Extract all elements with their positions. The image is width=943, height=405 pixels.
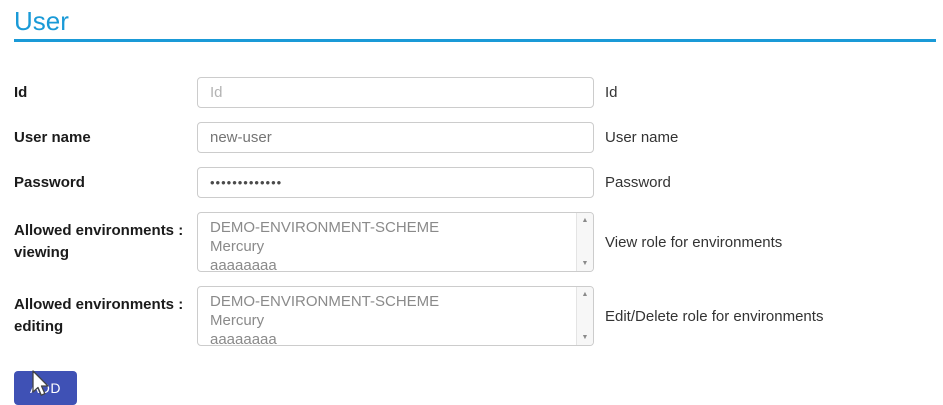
password-label: Password [14,172,197,194]
id-label: Id [14,82,197,104]
editing-environments-select[interactable]: DEMO-ENVIRONMENT-SCHEME Mercury aaaaaaaa… [197,286,594,346]
id-description: Id [605,84,618,101]
password-input[interactable] [197,167,594,198]
viewing-select-scrollbar[interactable]: ▲ ▼ [576,213,593,271]
editing-environments-options: DEMO-ENVIRONMENT-SCHEME Mercury aaaaaaaa [198,287,576,345]
environments-editing-label-line1: Allowed environments : [14,294,187,316]
viewing-environments-options: DEMO-ENVIRONMENT-SCHEME Mercury aaaaaaaa [198,213,576,271]
environments-viewing-label: Allowed environments : viewing [14,220,197,264]
form-row-environments-editing: Allowed environments : editing DEMO-ENVI… [14,286,936,346]
id-input[interactable] [197,77,594,108]
form-row-environments-viewing: Allowed environments : viewing DEMO-ENVI… [14,212,936,272]
environments-editing-label: Allowed environments : editing [14,294,197,338]
editing-select-scrollbar[interactable]: ▲ ▼ [576,287,593,345]
environments-editing-label-line2: editing [14,316,187,338]
user-form: Id Id User name User name Password Passw… [14,77,936,405]
viewing-description: View role for environments [605,234,782,251]
option-demo-environment-scheme[interactable]: DEMO-ENVIRONMENT-SCHEME [210,218,576,237]
scroll-up-icon[interactable]: ▲ [582,216,589,225]
form-row-username: User name User name [14,122,936,153]
environments-viewing-label-line1: Allowed environments : [14,220,187,242]
scroll-down-icon[interactable]: ▼ [582,259,589,268]
username-description: User name [605,129,678,146]
scroll-up-icon[interactable]: ▲ [582,290,589,299]
username-label: User name [14,127,197,149]
form-row-id: Id Id [14,77,936,108]
option-mercury[interactable]: Mercury [210,311,576,330]
username-input[interactable] [197,122,594,153]
user-form-page: User Id Id User name User name Password … [0,0,943,405]
editing-description: Edit/Delete role for environments [605,308,823,325]
environments-viewing-label-line2: viewing [14,242,187,264]
password-description: Password [605,174,671,191]
viewing-environments-select[interactable]: DEMO-ENVIRONMENT-SCHEME Mercury aaaaaaaa… [197,212,594,272]
option-aaaaaaaa[interactable]: aaaaaaaa [210,256,576,272]
option-aaaaaaaa[interactable]: aaaaaaaa [210,330,576,346]
add-button[interactable]: ADD [14,371,77,405]
page-title: User [14,6,936,37]
option-demo-environment-scheme[interactable]: DEMO-ENVIRONMENT-SCHEME [210,292,576,311]
scroll-down-icon[interactable]: ▼ [582,333,589,342]
option-mercury[interactable]: Mercury [210,237,576,256]
form-row-password: Password Password [14,167,936,198]
title-divider [14,39,936,42]
